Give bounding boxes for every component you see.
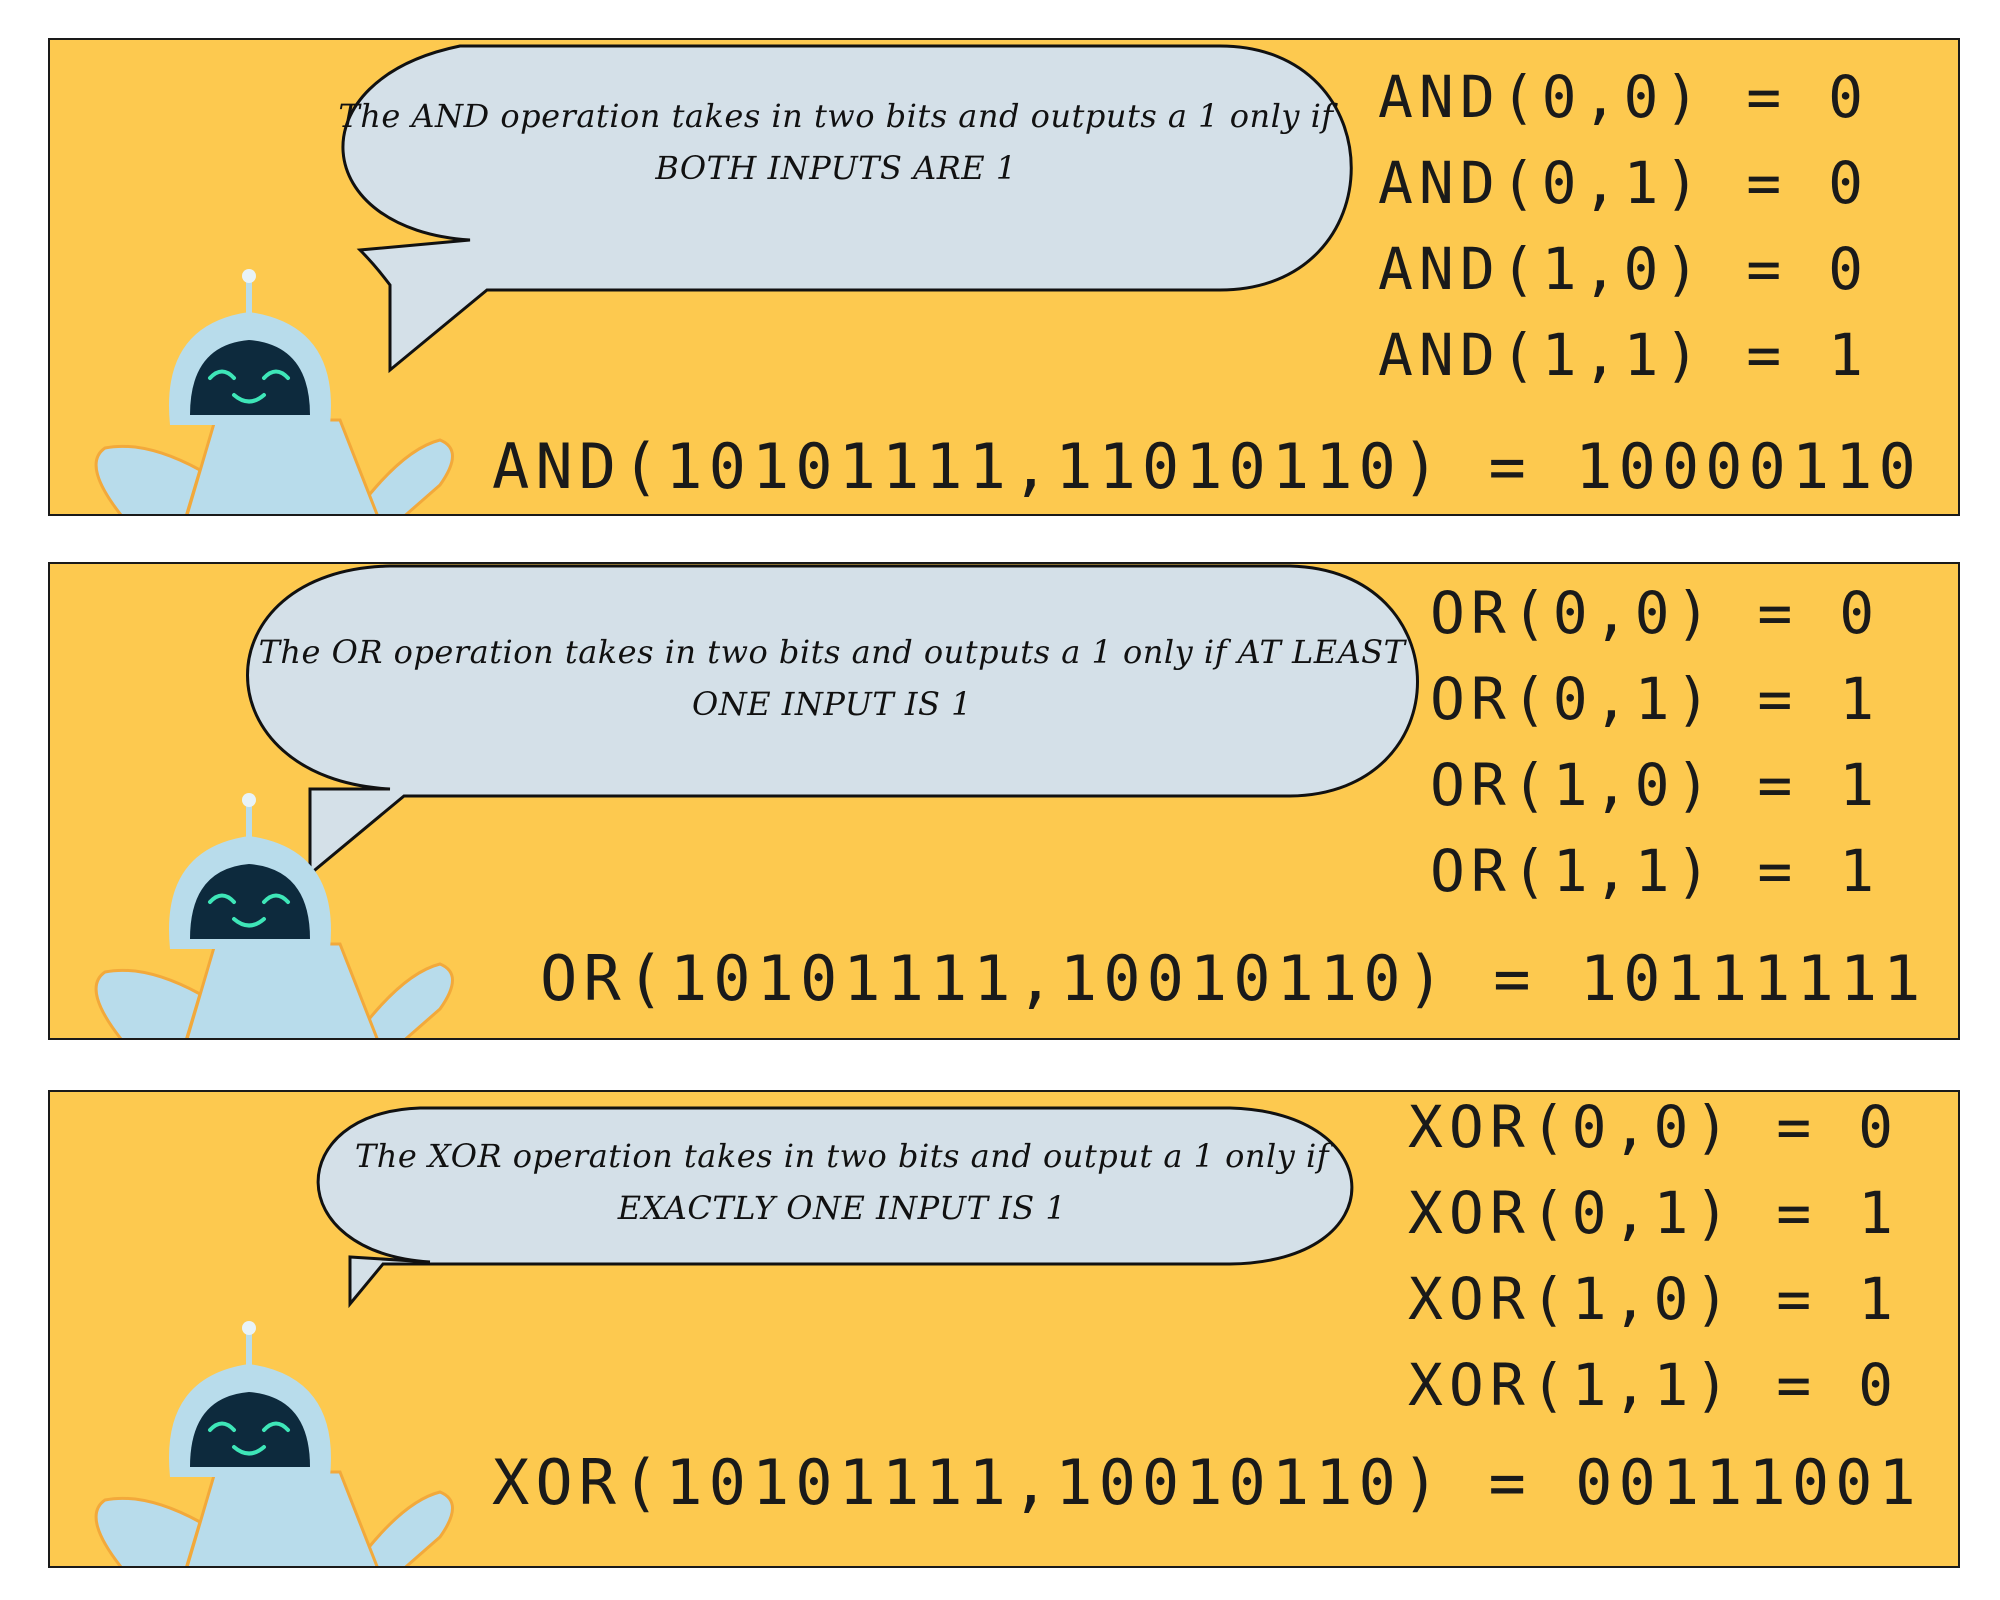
robot-mascot-icon [94,793,454,1038]
truth-table-row: XOR(1,0) = 1 [1408,1265,1900,1333]
truth-table-row: XOR(0,1) = 1 [1408,1179,1900,1247]
truth-table-row: OR(1,0) = 1 [1430,751,1881,819]
truth-table-row: XOR(1,1) = 0 [1408,1351,1900,1419]
and-panel: The AND operation takes in two bits and … [48,38,1960,516]
or-panel: The OR operation takes in two bits and o… [48,562,1960,1040]
truth-table-row: AND(1,1) = 1 [1378,321,1870,389]
xor-panel: The XOR operation takes in two bits and … [48,1090,1960,1568]
truth-table-row: AND(0,0) = 0 [1378,63,1870,131]
robot-mascot-icon [94,1321,454,1566]
truth-table-row: OR(0,1) = 1 [1430,665,1881,733]
truth-table-row: XOR(0,0) = 0 [1408,1093,1900,1161]
truth-table-row: OR(0,0) = 0 [1430,579,1881,647]
truth-table-row: OR(1,1) = 1 [1430,837,1881,905]
bubble-text: The AND operation takes in two bits and … [338,97,1334,187]
bubble-text: The XOR operation takes in two bits and … [354,1137,1330,1227]
truth-table-row: AND(0,1) = 0 [1378,149,1870,217]
example-equation: AND(10101111,11010110) = 10000110 [492,430,1922,503]
example-equation: XOR(10101111,10010110) = 00111001 [492,1446,1922,1519]
example-equation: OR(10101111,10010110) = 10111111 [540,942,1927,1015]
bubble-text: The OR operation takes in two bits and o… [258,633,1406,723]
truth-table-row: AND(1,0) = 0 [1378,235,1870,303]
